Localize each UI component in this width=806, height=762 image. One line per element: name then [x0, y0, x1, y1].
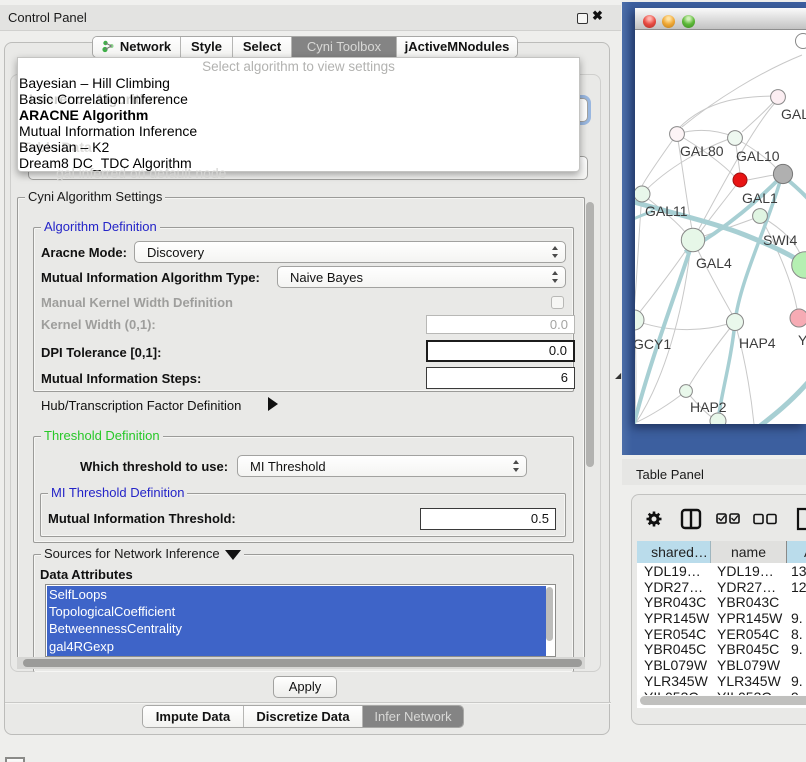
svg-text:GAL80: GAL80	[680, 143, 724, 159]
svg-text:GAL4: GAL4	[696, 255, 732, 271]
svg-text:GAL10: GAL10	[736, 148, 780, 164]
svg-text:GCY1: GCY1	[635, 336, 671, 352]
svg-text:GAL11: GAL11	[645, 203, 688, 219]
svg-text:SWI4: SWI4	[763, 232, 797, 248]
svg-text:HAP2: HAP2	[690, 399, 727, 415]
svg-text:Y: Y	[798, 332, 806, 348]
svg-text:GAL: GAL	[781, 106, 806, 122]
svg-text:GAL1: GAL1	[742, 190, 778, 206]
svg-text:HAP4: HAP4	[739, 335, 776, 351]
